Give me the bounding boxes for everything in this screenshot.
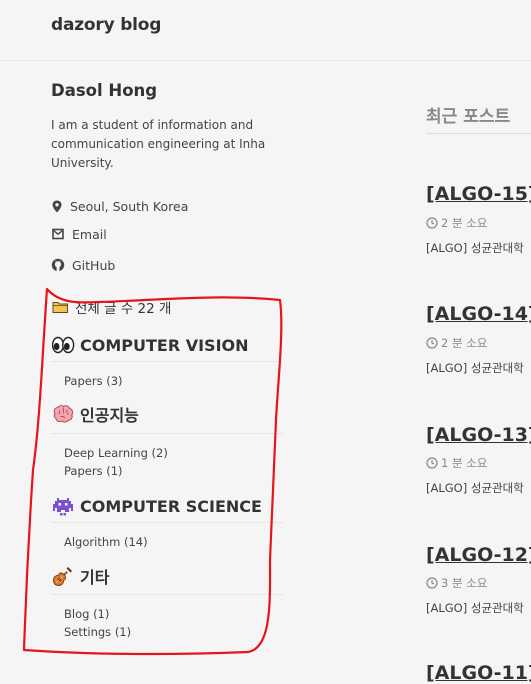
brain-icon [53, 405, 74, 423]
alien-monster-icon [53, 498, 73, 516]
clock-icon [426, 457, 438, 469]
category-item-settings[interactable]: Settings (1) [64, 623, 131, 641]
clock-icon [426, 337, 438, 349]
site-title-link[interactable]: dazory blog [51, 15, 161, 35]
post-read-time-label: 2 분 소요 [441, 216, 488, 230]
category-total-label: 전체 글 수 22 개 [75, 301, 172, 317]
post-read-time: 2 분 소요 [426, 215, 487, 231]
author-bio: I am a student of information and commun… [51, 118, 266, 170]
category-item-ai-papers[interactable]: Papers (1) [64, 462, 123, 480]
author-email-label: Email [72, 226, 107, 242]
post-read-time: 3 분 소요 [426, 575, 487, 591]
post-title-link[interactable]: [ALGO-12] [426, 544, 531, 566]
post-excerpt: [ALGO] 성균관대학 [426, 241, 524, 255]
post-title-link[interactable]: [ALGO-13] [426, 424, 531, 446]
github-icon [51, 258, 65, 272]
category-item-cv-papers[interactable]: Papers (3) [64, 372, 123, 390]
category-computer-science-title: COMPUTER SCIENCE [80, 496, 262, 516]
post-excerpt: [ALGO] 성균관대학 [426, 361, 524, 375]
category-computer-vision[interactable]: COMPUTER VISION [51, 331, 283, 359]
masthead: dazory blog [0, 0, 531, 61]
category-item-deep-learning[interactable]: Deep Learning (2) [64, 444, 168, 462]
envelope-icon [52, 228, 64, 240]
category-computer-vision-title: COMPUTER VISION [80, 335, 249, 355]
category-etc[interactable]: 기타 [51, 562, 283, 590]
recent-posts-divider [426, 133, 531, 134]
post-excerpt: [ALGO] 성균관대학 [426, 481, 524, 495]
eyes-icon [51, 336, 75, 354]
post-title-link[interactable]: [ALGO-14] [426, 303, 531, 325]
clock-icon [426, 217, 438, 229]
post-read-time-label: 2 분 소요 [441, 336, 488, 350]
folder-icon [52, 302, 68, 313]
post-read-time-label: 1 분 소요 [441, 456, 488, 470]
category-item-blog[interactable]: Blog (1) [64, 605, 109, 623]
category-divider [51, 361, 283, 362]
category-computer-science[interactable]: COMPUTER SCIENCE [51, 492, 283, 520]
author-name: Dasol Hong [51, 81, 158, 100]
category-divider [51, 433, 283, 434]
post-excerpt: [ALGO] 성균관대학 [426, 601, 524, 615]
author-github-label: GitHub [72, 257, 116, 273]
map-marker-icon [52, 200, 62, 212]
category-item-algorithm[interactable]: Algorithm (14) [64, 533, 148, 551]
category-divider [51, 594, 283, 595]
post-title-link[interactable]: [ALGO-11] [426, 662, 531, 684]
category-total: 전체 글 수 22 개 [52, 297, 171, 317]
author-location-link[interactable]: Seoul, South Korea [51, 197, 188, 215]
category-ai-title: 인공지능 [80, 406, 139, 425]
author-email-link[interactable]: Email [51, 225, 107, 243]
post-read-time-label: 3 분 소요 [441, 576, 488, 590]
category-ai[interactable]: 인공지능 [51, 400, 283, 428]
post-read-time: 1 분 소요 [426, 455, 487, 471]
recent-posts-title: 최근 포스트 [426, 107, 511, 127]
category-etc-title: 기타 [80, 568, 110, 587]
guitar-icon [53, 567, 72, 586]
clock-icon [426, 577, 438, 589]
post-title-link[interactable]: [ALGO-15] [426, 183, 531, 205]
post-read-time: 2 분 소요 [426, 335, 487, 351]
author-location-label: Seoul, South Korea [70, 198, 189, 214]
author-github-link[interactable]: GitHub [51, 256, 115, 274]
category-divider [51, 522, 283, 523]
